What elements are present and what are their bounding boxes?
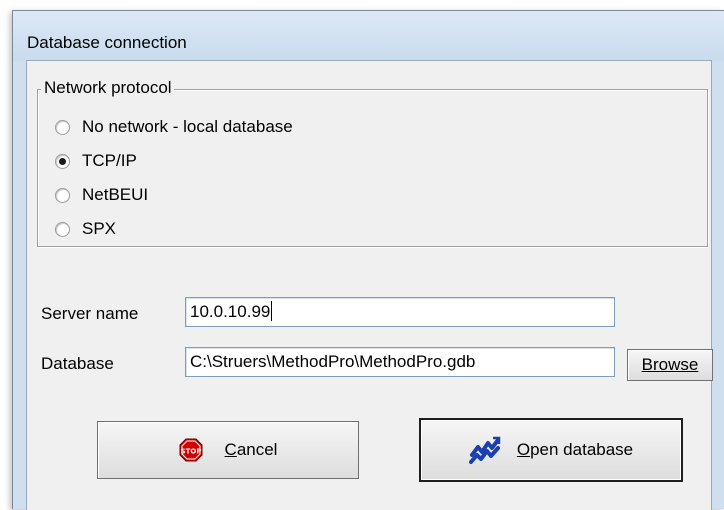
- radio-label: NetBEUI: [82, 185, 149, 204]
- network-protocol-group: [37, 89, 708, 247]
- cancel-button[interactable]: STOP Cancel: [97, 421, 359, 479]
- browse-button[interactable]: Browse: [627, 349, 713, 381]
- open-database-button-label: Open database: [516, 440, 634, 459]
- database-connection-dialog: Database connection Network protocol No …: [12, 10, 724, 510]
- radio-button[interactable]: [55, 187, 70, 203]
- database-path-input[interactable]: C:\Struers\MethodPro\MethodPro.gdb: [185, 347, 615, 377]
- cancel-button-label: Cancel: [224, 440, 278, 459]
- open-database-button[interactable]: Open database: [419, 418, 683, 482]
- radio-label: No network - local database: [82, 117, 293, 136]
- server-name-value: 10.0.10.99: [190, 302, 271, 321]
- text-caret: [271, 301, 273, 321]
- radio-label: SPX: [82, 219, 117, 238]
- radio-tcp-ip[interactable]: TCP/IP: [55, 149, 137, 173]
- radio-no-network[interactable]: No network - local database: [55, 115, 293, 139]
- server-name-input[interactable]: 10.0.10.99: [185, 297, 615, 327]
- network-protocol-legend: Network protocol: [41, 77, 174, 99]
- radio-button[interactable]: [55, 119, 70, 135]
- browse-button-label: Browse: [641, 355, 699, 374]
- radio-label: TCP/IP: [82, 151, 137, 170]
- radio-spx[interactable]: SPX: [55, 217, 116, 241]
- dialog-body: Network protocol No network - local data…: [26, 60, 713, 510]
- svg-text:STOP: STOP: [180, 448, 201, 456]
- title-bar[interactable]: Database connection: [13, 11, 724, 61]
- database-path-value: C:\Struers\MethodPro\MethodPro.gdb: [190, 352, 476, 371]
- window-title: Database connection: [27, 33, 187, 52]
- database-label: Database: [41, 354, 114, 373]
- stop-sign-icon: STOP: [179, 438, 203, 462]
- database-connect-icon: [468, 435, 501, 465]
- server-name-label: Server name: [41, 304, 139, 323]
- radio-button[interactable]: [55, 221, 70, 237]
- radio-netbeui[interactable]: NetBEUI: [55, 183, 148, 207]
- radio-button[interactable]: [55, 153, 70, 169]
